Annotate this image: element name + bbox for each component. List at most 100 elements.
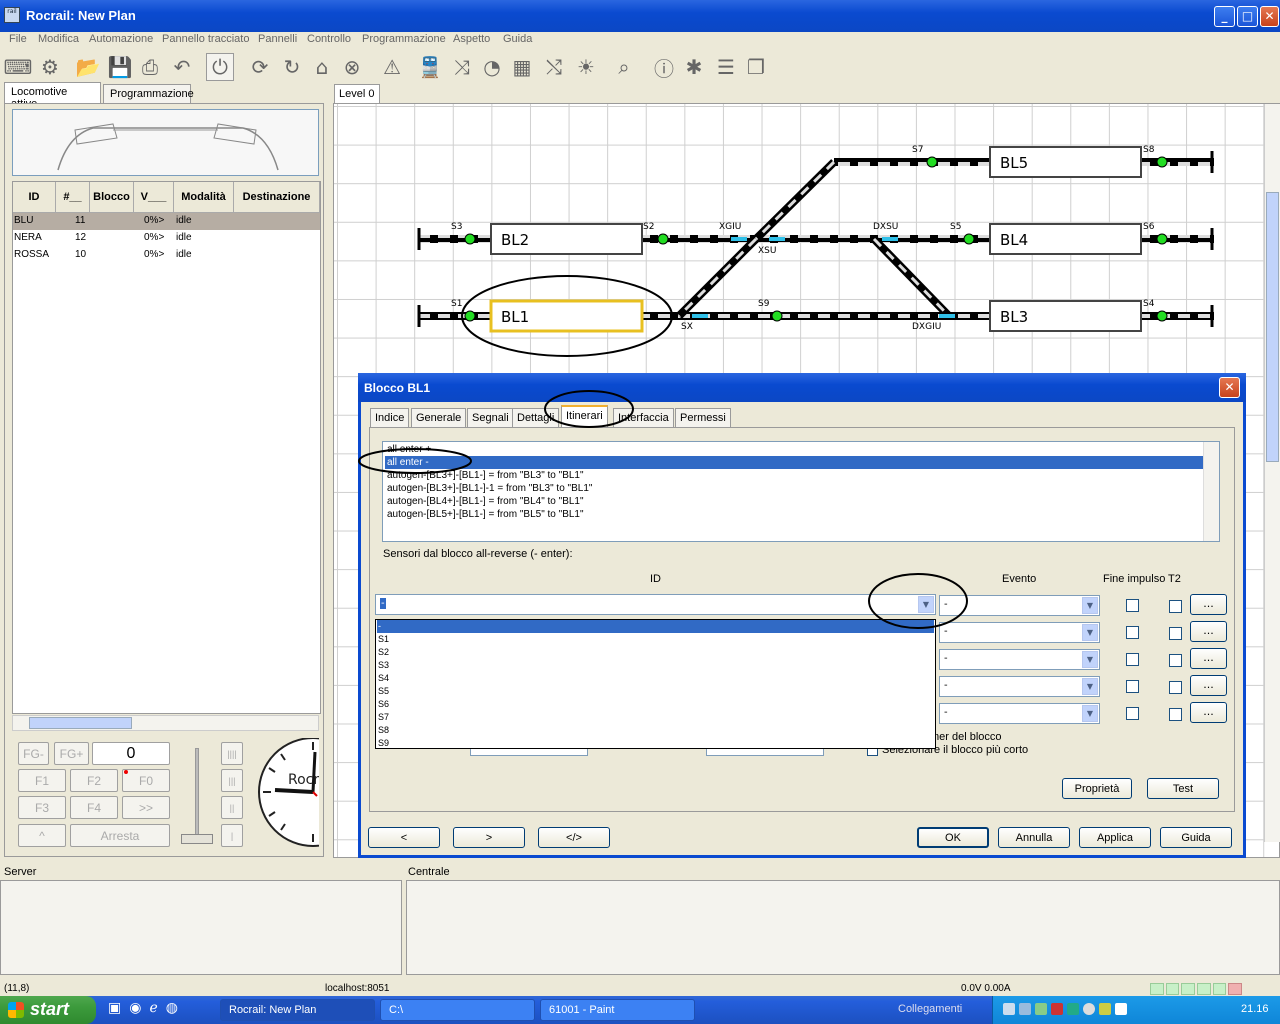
- block-bl3[interactable]: BL3: [1000, 308, 1028, 326]
- list-icon[interactable]: ☰: [712, 53, 740, 81]
- dialog-close-button[interactable]: ✕: [1219, 377, 1240, 398]
- warning-icon[interactable]: ⚠: [378, 53, 406, 81]
- chevron-down-icon[interactable]: ▼: [918, 596, 934, 613]
- minimize-button[interactable]: _: [1214, 6, 1235, 27]
- chevron-down-icon[interactable]: ▼: [1082, 597, 1098, 614]
- col-mode[interactable]: Modalità: [174, 182, 234, 213]
- tray-icon[interactable]: [1083, 1003, 1095, 1015]
- sensor-details-button[interactable]: ...: [1190, 648, 1227, 669]
- menu-file[interactable]: File: [9, 33, 27, 45]
- help-button[interactable]: Guida: [1160, 827, 1232, 848]
- dropdown-option[interactable]: S9: [377, 737, 934, 750]
- prev-button[interactable]: <: [368, 827, 440, 848]
- dropdown-option[interactable]: S8: [377, 724, 934, 737]
- cycle-icon[interactable]: ⟳: [246, 53, 274, 81]
- fine-impulso-checkbox[interactable]: [1126, 599, 1139, 612]
- search-icon[interactable]: ⌕: [610, 53, 638, 81]
- bug-icon[interactable]: ✱: [680, 53, 708, 81]
- f1-button[interactable]: F1: [18, 769, 66, 792]
- ok-button[interactable]: OK: [917, 827, 989, 848]
- event-select-5[interactable]: - ▼: [939, 703, 1100, 724]
- menu-pannelli[interactable]: Pannelli: [258, 33, 297, 45]
- loco-table-hscroll[interactable]: [12, 715, 319, 731]
- menu-programmazione[interactable]: Programmazione: [362, 33, 446, 45]
- list-item[interactable]: autogen-[BL3+]-[BL1-]-1 = from "BL3" to …: [387, 482, 592, 495]
- event-select-1[interactable]: - ▼: [939, 595, 1100, 616]
- route-list[interactable]: all enter + all enter - autogen-[BL3+]-[…: [382, 441, 1220, 542]
- stop-icon[interactable]: ⊗: [338, 53, 366, 81]
- switch-icon[interactable]: ⤨: [448, 53, 476, 81]
- list-item[interactable]: autogen-[BL3+]-[BL1-] = from "BL3" to "B…: [387, 469, 584, 482]
- table-row[interactable]: ROSSA 10 0%> idle: [13, 247, 320, 264]
- fine-impulso-checkbox[interactable]: [1126, 680, 1139, 693]
- block-bl1[interactable]: BL1: [501, 308, 529, 326]
- power-icon[interactable]: ⏻: [206, 53, 234, 81]
- open-icon[interactable]: 📂: [74, 53, 102, 81]
- light-icon[interactable]: ☀: [572, 53, 600, 81]
- speed-slider-track[interactable]: [195, 748, 199, 838]
- col-id[interactable]: ID: [13, 182, 56, 213]
- dropdown-option[interactable]: S2: [377, 646, 934, 659]
- f4-button[interactable]: F4: [70, 796, 118, 819]
- dropdown-option[interactable]: S5: [377, 685, 934, 698]
- tab-dettagli[interactable]: Dettagli: [512, 408, 560, 427]
- chrome-icon[interactable]: ◍: [166, 1000, 178, 1020]
- table-row[interactable]: NERA 12 0%> idle: [13, 230, 320, 247]
- cancel-button[interactable]: Annulla: [998, 827, 1070, 848]
- dropdown-option[interactable]: S3: [377, 659, 934, 672]
- menu-modifica[interactable]: Modifica: [38, 33, 79, 45]
- tab-itinerari[interactable]: Itinerari: [561, 405, 608, 427]
- settings-icon[interactable]: ⚙: [36, 53, 64, 81]
- home-icon[interactable]: ⌂: [308, 53, 336, 81]
- table-row[interactable]: BLU 11 0%> idle: [13, 213, 320, 230]
- speed-slider-thumb[interactable]: [181, 834, 213, 844]
- plan-vscroll[interactable]: [1264, 104, 1280, 842]
- event-select-2[interactable]: - ▼: [939, 622, 1100, 643]
- tray-icon[interactable]: [1035, 1003, 1047, 1015]
- task-paint[interactable]: 61001 - Paint: [540, 999, 695, 1021]
- dropdown-option[interactable]: S7: [377, 711, 934, 724]
- task-rocrail[interactable]: Rocrail: New Plan: [220, 999, 375, 1021]
- menu-guida[interactable]: Guida: [503, 33, 532, 45]
- fg-minus-button[interactable]: FG-: [18, 742, 49, 765]
- dropdown-option[interactable]: S4: [377, 672, 934, 685]
- info-icon[interactable]: ⓘ: [650, 53, 678, 81]
- f2-button[interactable]: F2: [70, 769, 118, 792]
- tab-generale[interactable]: Generale: [411, 408, 467, 427]
- block-bl4[interactable]: BL4: [1000, 231, 1028, 249]
- central-log[interactable]: [406, 880, 1280, 975]
- dropdown-option[interactable]: -: [377, 620, 934, 633]
- tray-icon[interactable]: [1051, 1003, 1063, 1015]
- maximize-button[interactable]: □: [1237, 6, 1258, 27]
- apply-button[interactable]: Applica: [1079, 827, 1151, 848]
- tab-permessi[interactable]: Permessi: [675, 408, 731, 427]
- fine-impulso-checkbox[interactable]: [1126, 707, 1139, 720]
- sensor-id-select[interactable]: - ▼: [375, 594, 936, 615]
- close-button[interactable]: ✕: [1260, 6, 1279, 27]
- list-item[interactable]: all enter -: [385, 456, 1203, 469]
- media-icon[interactable]: ◉: [129, 1000, 141, 1020]
- gauge-icon[interactable]: ◔: [478, 53, 506, 81]
- block-bl5[interactable]: BL5: [1000, 154, 1028, 172]
- start-button[interactable]: start: [0, 996, 96, 1024]
- tab-programmazione[interactable]: Programmazione: [103, 84, 194, 104]
- server-log[interactable]: [0, 880, 402, 975]
- links-toolbar[interactable]: Collegamenti: [898, 1003, 962, 1015]
- tab-level-0[interactable]: Level 0: [334, 84, 380, 104]
- fine-impulso-checkbox[interactable]: [1126, 626, 1139, 639]
- grid-icon[interactable]: ▦: [508, 53, 536, 81]
- stop-button[interactable]: Arresta: [70, 824, 170, 847]
- speed-step-3[interactable]: |||: [221, 769, 243, 792]
- t2-checkbox[interactable]: [1169, 627, 1182, 640]
- dropdown-option[interactable]: S1: [377, 633, 934, 646]
- col-dest[interactable]: Destinazione: [234, 182, 320, 213]
- task-cmd[interactable]: C:\: [380, 999, 535, 1021]
- route-list-scrollbar[interactable]: [1203, 442, 1219, 541]
- chevron-down-icon[interactable]: ▼: [1082, 624, 1098, 641]
- sensor-details-button[interactable]: ...: [1190, 621, 1227, 642]
- desktop-icon[interactable]: ▣: [108, 1000, 121, 1020]
- f3-button[interactable]: F3: [18, 796, 66, 819]
- dropdown-option[interactable]: S6: [377, 698, 934, 711]
- t2-checkbox[interactable]: [1169, 708, 1182, 721]
- chevron-down-icon[interactable]: ▼: [1082, 705, 1098, 722]
